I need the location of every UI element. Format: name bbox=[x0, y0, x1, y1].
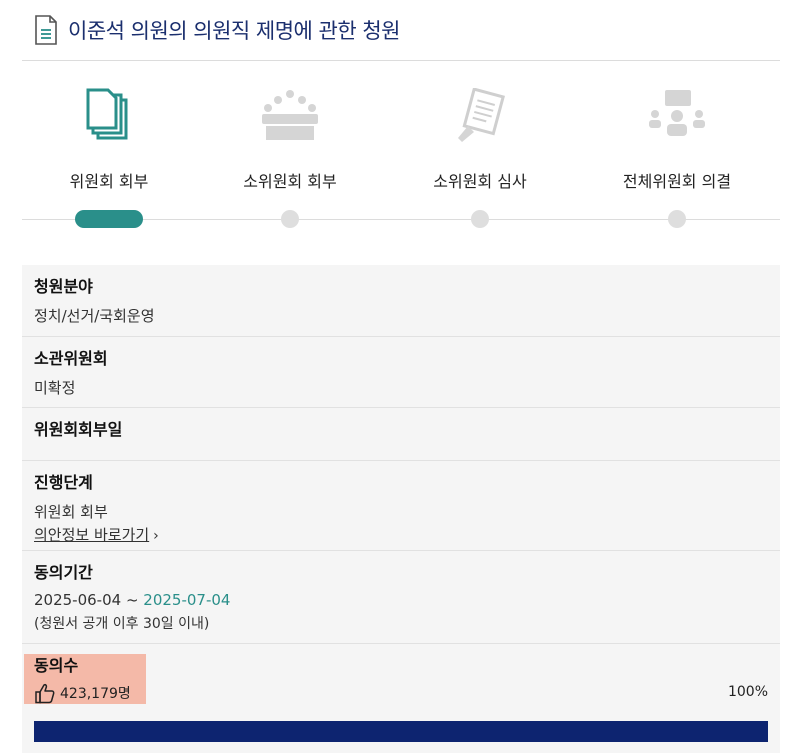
step-indicator bbox=[668, 210, 686, 228]
agree-label: 동의수 bbox=[34, 656, 79, 675]
step-label: 소위원회 심사 bbox=[433, 172, 527, 191]
page-title: 이준석 의원의 의원직 제명에 관한 청원 bbox=[68, 19, 401, 43]
period-start: 2025-06-04 ~ bbox=[34, 591, 144, 609]
step-label: 소위원회 회부 bbox=[243, 172, 337, 191]
agree-count: 423,179명 bbox=[34, 682, 768, 704]
period-note: (청원서 공개 이후 30일 이내) bbox=[34, 616, 210, 632]
step-indicator-active bbox=[75, 210, 143, 228]
step-label: 위원회 회부 bbox=[69, 172, 149, 191]
stage-value: 위원회 회부 bbox=[34, 503, 108, 521]
petition-title-row: 이준석 의원의 의원직 제명에 관한 청원 bbox=[34, 14, 401, 46]
documents-icon bbox=[86, 88, 128, 140]
agree-progress-bar bbox=[34, 721, 768, 742]
plenary-vote-icon bbox=[649, 90, 705, 136]
step-subcommittee-referral: 소위원회 회부 bbox=[195, 80, 385, 192]
committee-label: 소관위원회 bbox=[34, 349, 108, 368]
step-indicator bbox=[471, 210, 489, 228]
field-value: 정치/선거/국회운영 bbox=[34, 307, 155, 325]
step-plenary-vote: 전체위원회 의결 bbox=[582, 80, 772, 192]
agree-percent: 100% bbox=[727, 684, 768, 700]
agree-progress-fill bbox=[34, 721, 768, 742]
info-row-field: 청원분야 정치/선거/국회운영 bbox=[22, 265, 780, 337]
chevron-right-icon: › bbox=[153, 528, 159, 544]
referral-date-label: 위원회회부일 bbox=[34, 420, 123, 439]
document-icon bbox=[35, 15, 57, 45]
title-divider bbox=[22, 60, 780, 61]
agree-count-value: 423,179명 bbox=[60, 686, 131, 702]
step-label: 전체위원회 의결 bbox=[622, 172, 732, 191]
field-label: 청원분야 bbox=[34, 277, 93, 296]
period-label: 동의기간 bbox=[34, 563, 93, 582]
stage-label: 진행단계 bbox=[34, 473, 93, 492]
period-end: 2025-07-04 bbox=[143, 591, 231, 609]
step-indicator bbox=[281, 210, 299, 228]
thumbs-up-icon bbox=[35, 684, 55, 704]
bill-info-link[interactable]: 의안정보 바로가기 bbox=[34, 526, 149, 544]
review-document-icon bbox=[458, 88, 505, 142]
step-subcommittee-review: 소위원회 심사 bbox=[385, 80, 575, 192]
committee-value: 미확정 bbox=[34, 379, 76, 397]
petition-info-panel: 청원분야 정치/선거/국회운영 소관위원회 미확정 위원회회부일 진행단계 위원… bbox=[22, 265, 780, 753]
info-row-committee: 소관위원회 미확정 bbox=[22, 337, 780, 408]
step-committee-referral: 위원회 회부 bbox=[14, 80, 204, 192]
committee-meeting-icon bbox=[262, 90, 318, 140]
info-row-referral-date: 위원회회부일 bbox=[22, 408, 780, 461]
info-row-period: 동의기간 2025-06-04 ~ 2025-07-04 (청원서 공개 이후 … bbox=[22, 551, 780, 644]
progress-steps: 위원회 회부 소위원회 회부 소위원회 심사 전체위원회 의결 bbox=[22, 80, 780, 240]
info-row-stage: 진행단계 위원회 회부 의안정보 바로가기 › bbox=[22, 461, 780, 551]
